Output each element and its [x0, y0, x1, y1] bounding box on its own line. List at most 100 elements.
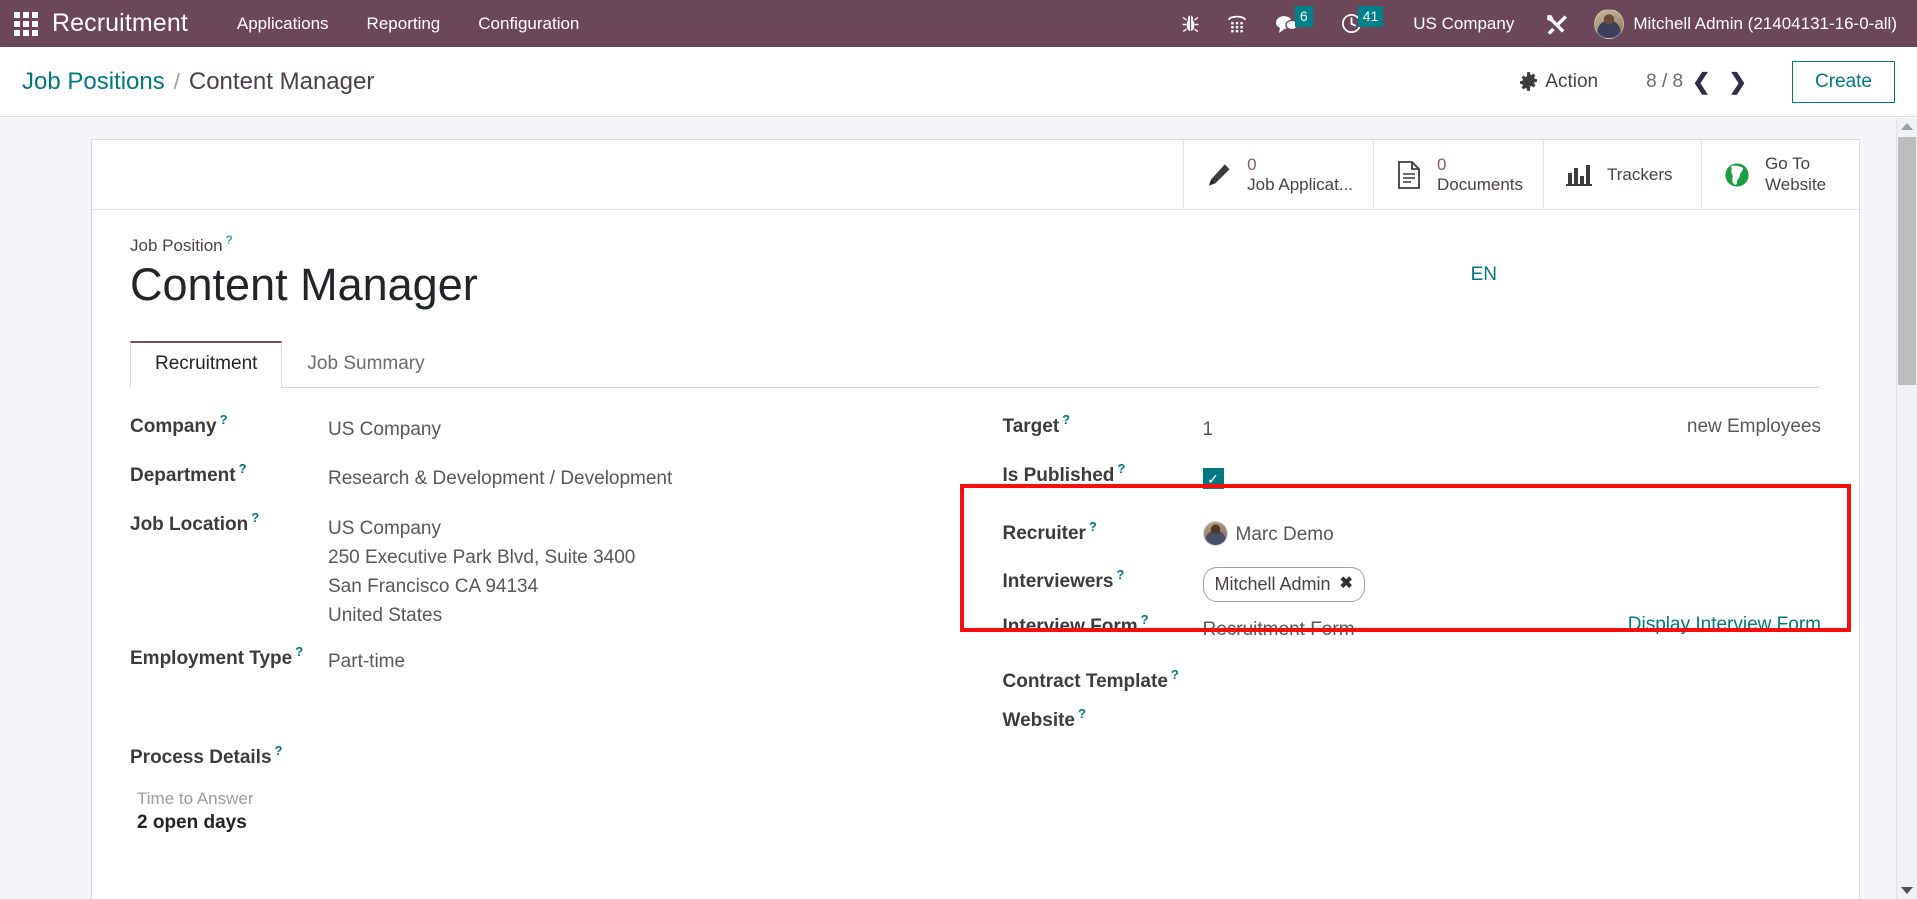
field-row-company: Company ? US Company: [130, 412, 952, 463]
stat-button-job-applications[interactable]: 0 Job Applicat...: [1183, 140, 1373, 209]
pager-next-button[interactable]: ❯: [1720, 69, 1756, 95]
user-menu-button[interactable]: Mitchell Admin (21404131-16-0-all): [1582, 0, 1903, 47]
time-to-answer-label: Time to Answer: [137, 789, 254, 809]
department-value[interactable]: Research & Development / Development: [328, 463, 952, 493]
help-tooltip-icon[interactable]: ?: [295, 644, 303, 659]
help-tooltip-icon[interactable]: ?: [1062, 412, 1070, 427]
pencil-icon: [1204, 162, 1234, 188]
debug-menu-button[interactable]: [1168, 0, 1213, 47]
pager-previous-button[interactable]: ❮: [1683, 69, 1719, 95]
scrollbar-up-arrow[interactable]: [1897, 118, 1917, 135]
job-location-value[interactable]: US Company 250 Executive Park Blvd, Suit…: [328, 512, 952, 630]
top-navbar: Recruitment Applications Reporting Confi…: [0, 0, 1917, 47]
scrollbar-down-arrow[interactable]: [1897, 882, 1917, 899]
help-tooltip-icon[interactable]: ?: [1078, 706, 1086, 721]
company-label-text: Company: [130, 415, 217, 437]
company-switcher[interactable]: US Company: [1397, 0, 1530, 47]
stat-label-line1: Go To: [1765, 154, 1811, 174]
help-tooltip-icon[interactable]: ?: [251, 510, 259, 525]
stat-text: 0 Job Applicat...: [1247, 155, 1353, 194]
tab-recruitment[interactable]: Recruitment: [130, 340, 283, 388]
is-published-checkbox[interactable]: ✓: [1202, 468, 1224, 490]
contract-template-label-text: Contract Template: [1002, 670, 1168, 692]
employment-type-label: Employment Type ?: [130, 644, 328, 670]
is-published-label-text: Is Published: [1002, 464, 1115, 486]
interview-form-label-text: Interview Form: [1002, 615, 1138, 637]
field-row-job-location: Job Location ? US Company 250 Executive …: [130, 510, 952, 630]
menu-item-reporting[interactable]: Reporting: [348, 0, 460, 47]
action-menu-button[interactable]: Action: [1505, 65, 1612, 99]
control-panel: Job Positions / Content Manager Action 8…: [0, 47, 1917, 117]
scrollbar-thumb[interactable]: [1898, 137, 1916, 385]
vertical-scrollbar[interactable]: [1896, 118, 1917, 899]
target-label-text: Target: [1002, 415, 1060, 437]
field-row-interviewers: Interviewers ? Mitchell Admin ✖: [1003, 561, 1822, 610]
sheet-body: Job Position ? Content Manager EN Recrui…: [92, 210, 1859, 834]
tab-job-summary[interactable]: Job Summary: [282, 341, 449, 388]
interview-form-label: Interview Form ?: [1002, 612, 1203, 638]
stat-value: 0: [1437, 154, 1447, 174]
recruiter-label-text: Recruiter: [1002, 522, 1086, 544]
field-row-interview-form: Interview Form ? Recruitment Form Displa…: [1003, 610, 1822, 659]
website-value[interactable]: [1203, 708, 1822, 710]
company-value[interactable]: US Company: [328, 414, 952, 444]
is-published-label: Is Published ?: [1002, 461, 1203, 487]
job-location-line-1: US Company: [328, 517, 441, 539]
stat-button-documents[interactable]: 0 Documents: [1373, 140, 1543, 209]
help-tooltip-icon[interactable]: ?: [1089, 519, 1097, 534]
title-language-badge[interactable]: EN: [1463, 260, 1505, 290]
employment-type-value[interactable]: Part-time: [328, 646, 952, 676]
field-row-employment-type: Employment Type ? Part-time: [130, 644, 952, 695]
recruiter-avatar: [1202, 520, 1228, 546]
user-avatar: [1594, 8, 1625, 39]
document-icon: [1394, 160, 1424, 189]
app-brand-name[interactable]: Recruitment: [52, 9, 218, 38]
target-value[interactable]: 1: [1203, 414, 1687, 444]
form-sheet: 0 Job Applicat... 0 Documents Trackers G…: [91, 139, 1860, 899]
interviewer-tag-mitchell-admin[interactable]: Mitchell Admin ✖: [1202, 566, 1365, 603]
target-suffix: new Employees: [1686, 415, 1821, 437]
stat-button-trackers[interactable]: Trackers: [1543, 140, 1701, 209]
interviewers-value[interactable]: Mitchell Admin ✖: [1202, 565, 1822, 603]
remove-tag-icon[interactable]: ✖: [1340, 572, 1353, 596]
display-interview-form-link[interactable]: Display Interview Form: [1628, 614, 1821, 636]
contract-template-value[interactable]: [1203, 669, 1822, 671]
create-button[interactable]: Create: [1791, 60, 1895, 103]
pager-count: 8 / 8: [1646, 70, 1684, 92]
activities-menu-button[interactable]: 41: [1327, 0, 1398, 47]
help-tooltip-icon[interactable]: ?: [226, 233, 233, 247]
help-tooltip-icon[interactable]: ?: [1171, 667, 1179, 682]
chevron-up-icon: [1901, 123, 1913, 130]
developer-tools-button[interactable]: [1530, 0, 1582, 47]
help-tooltip-icon[interactable]: ?: [239, 461, 247, 476]
help-tooltip-icon[interactable]: ?: [1141, 612, 1149, 627]
interview-form-value[interactable]: Recruitment Form: [1203, 614, 1628, 644]
company-label: Company ?: [130, 412, 328, 438]
recruiter-value[interactable]: Marc Demo: [1202, 519, 1822, 549]
recruiter-label: Recruiter ?: [1003, 519, 1203, 545]
help-tooltip-icon[interactable]: ?: [275, 743, 283, 758]
page-title[interactable]: Content Manager: [130, 258, 1463, 313]
apps-menu-toggle[interactable]: [0, 0, 52, 47]
help-tooltip-icon[interactable]: ?: [1116, 567, 1124, 582]
job-location-label-text: Job Location: [130, 513, 249, 535]
stat-value: 0: [1247, 154, 1257, 174]
stat-button-go-to-website[interactable]: Go To Website: [1701, 140, 1859, 209]
voip-button[interactable]: [1213, 0, 1261, 47]
systray: 6 41 US Company Mitchell Admin (21404131…: [1168, 0, 1917, 47]
job-location-line-4: United States: [328, 605, 443, 627]
menu-item-configuration[interactable]: Configuration: [459, 0, 598, 47]
pager: 8 / 8 ❮ ❯: [1646, 69, 1756, 95]
menu-item-applications[interactable]: Applications: [218, 0, 348, 47]
website-label: Website ?: [1003, 706, 1203, 732]
breadcrumb-job-positions[interactable]: Job Positions: [22, 68, 165, 96]
field-row-website: Website ?: [1003, 706, 1822, 757]
user-name-label: Mitchell Admin (21404131-16-0-all): [1633, 13, 1897, 33]
target-label: Target ?: [1002, 412, 1203, 438]
help-tooltip-icon[interactable]: ?: [220, 412, 228, 427]
notebook-tabs: Recruitment Job Summary: [130, 340, 1821, 388]
help-tooltip-icon[interactable]: ?: [1117, 461, 1125, 476]
time-to-answer-kpi: Time to Answer 2 open days: [130, 788, 952, 834]
messaging-menu-button[interactable]: 6: [1261, 0, 1327, 47]
stat-label: Job Applicat...: [1247, 174, 1354, 194]
